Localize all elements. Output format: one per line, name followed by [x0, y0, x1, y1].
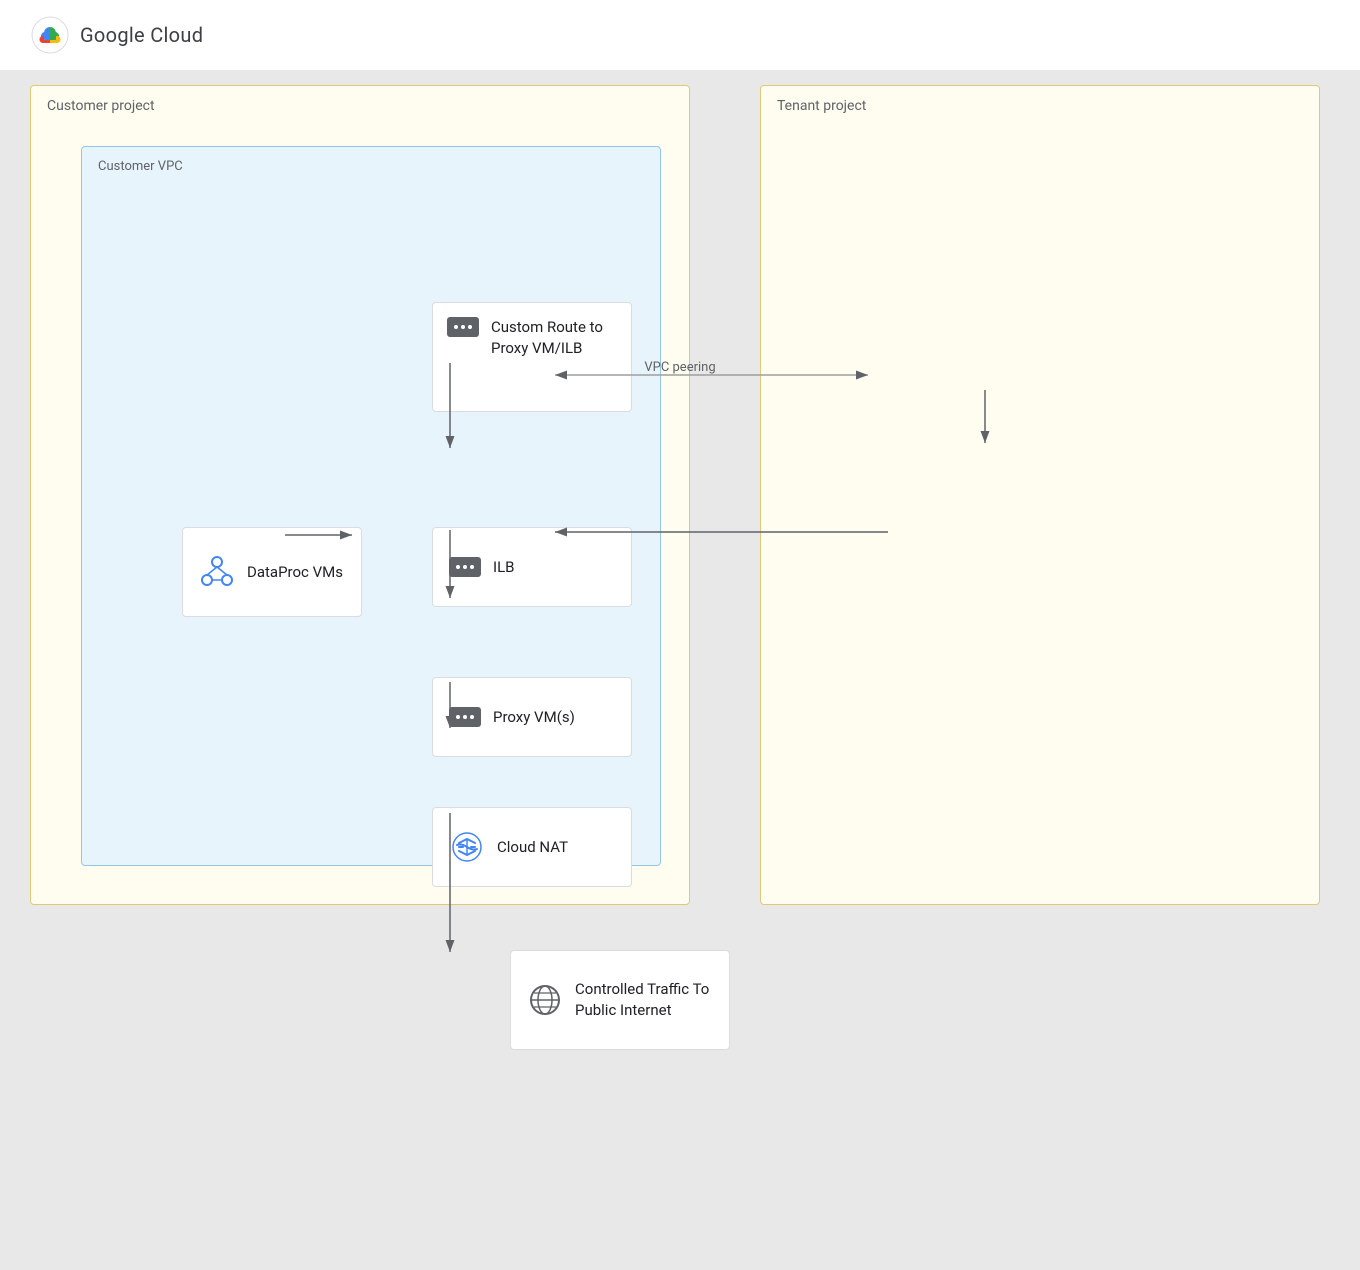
customer-project-box: Customer project Customer VPC Custom Rou…: [30, 85, 690, 905]
dataproc-icon-svg: [199, 554, 235, 590]
ilb-text: ILB: [493, 557, 515, 578]
proxy-icon: [449, 707, 481, 727]
internet-icon-svg: [527, 982, 563, 1018]
proxy-box: Proxy VM(s): [432, 677, 632, 757]
customer-vpc-box: Customer VPC Custom Route to Proxy VM/IL…: [81, 146, 661, 866]
customer-vpc-label: Customer VPC: [98, 159, 183, 174]
google-cloud-logo: Google Cloud: [30, 15, 203, 55]
gc-logo-icon: [30, 15, 70, 55]
internet-box: Controlled Traffic To Public Internet: [510, 950, 730, 1050]
tenant-project-label: Tenant project: [777, 98, 866, 114]
internet-text: Controlled Traffic To Public Internet: [575, 979, 713, 1021]
ilb-icon: [449, 557, 481, 577]
cloudnat-icon-svg: [449, 829, 485, 865]
logo-text: Google Cloud: [80, 23, 203, 47]
custom-route-icon: [447, 317, 479, 337]
ilb-box: ILB: [432, 527, 632, 607]
cloudnat-text: Cloud NAT: [497, 837, 568, 858]
proxy-text: Proxy VM(s): [493, 707, 575, 728]
custom-route-text: Custom Route to Proxy VM/ILB: [491, 317, 617, 359]
vpc-peering-label: VPC peering: [630, 360, 730, 375]
diagram-area: Customer project Customer VPC Custom Rou…: [0, 70, 1360, 1200]
custom-route-box: Custom Route to Proxy VM/ILB: [432, 302, 632, 412]
header: Google Cloud: [0, 0, 1360, 70]
tenant-project-box: Tenant project Tenant VPC Imported Custo…: [760, 85, 1320, 905]
cloudnat-box: Cloud NAT: [432, 807, 632, 887]
customer-project-label: Customer project: [47, 98, 155, 114]
dataproc-box: DataProc VMs: [182, 527, 362, 617]
dataproc-text: DataProc VMs: [247, 562, 343, 583]
